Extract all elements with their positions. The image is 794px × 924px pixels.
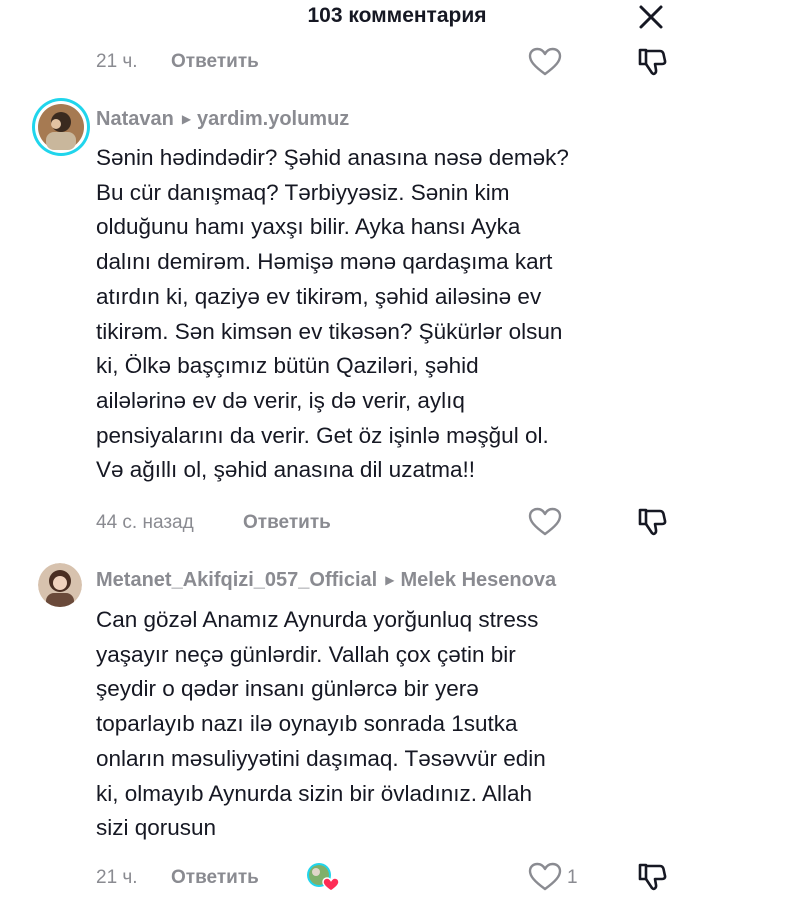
reply-button[interactable]: Ответить: [243, 512, 331, 534]
reply-arrow-icon: ▶: [385, 573, 395, 587]
previous-comment-meta: 21 ч. Ответить: [96, 51, 396, 75]
like-heart-icon[interactable]: [528, 862, 562, 897]
creator-liked-badge-icon: [305, 861, 341, 898]
username-text[interactable]: Metanet_Akifqizi_057_Official: [96, 569, 377, 591]
reply-button[interactable]: Ответить: [171, 51, 259, 73]
comment-username[interactable]: Metanet_Akifqizi_057_Official ▶ Melek Hese…: [96, 569, 556, 592]
comments-header: 103 комментария: [0, 0, 794, 34]
close-icon[interactable]: [636, 2, 666, 32]
comment-time: 44 с. назад: [96, 512, 194, 533]
comment-time: 21 ч.: [96, 867, 138, 888]
reply-button[interactable]: Ответить: [171, 867, 259, 889]
like-count: 1: [567, 867, 578, 888]
comments-count-title: 103 комментария: [307, 4, 487, 27]
reply-arrow-icon: ▶: [181, 112, 192, 126]
reply-to-username[interactable]: yardim.yolumuz: [197, 108, 349, 130]
comment-username[interactable]: Natavan ▶ yardim.yolumuz: [96, 108, 349, 131]
reply-to-username[interactable]: Melek Hesenova: [400, 569, 556, 591]
avatar[interactable]: [38, 563, 82, 607]
comment-meta: 21 ч. Ответить: [96, 867, 296, 891]
comment-text: Can gözəl Anamız Aynurda yorğunluq stres…: [96, 607, 546, 841]
comment-time: 21 ч.: [96, 51, 138, 72]
like-heart-icon[interactable]: [528, 507, 562, 542]
comment-meta: 44 с. назад Ответить: [96, 512, 416, 536]
like-heart-icon[interactable]: [528, 47, 562, 82]
username-text[interactable]: Natavan: [96, 108, 174, 130]
dislike-icon[interactable]: [636, 46, 668, 83]
dislike-icon[interactable]: [636, 861, 668, 898]
dislike-icon[interactable]: [636, 506, 668, 543]
avatar[interactable]: [32, 98, 90, 156]
comment-text: Sənin hədindədir? Şəhid anasına nəsə dem…: [96, 145, 569, 483]
